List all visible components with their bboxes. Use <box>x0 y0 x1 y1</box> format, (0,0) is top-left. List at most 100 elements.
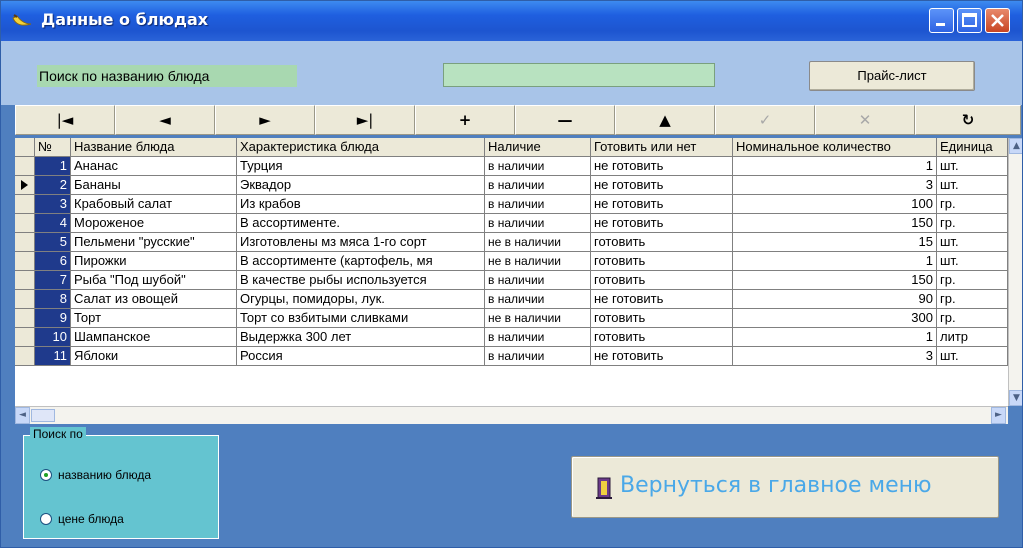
row-indicator[interactable] <box>15 157 35 176</box>
cell-description[interactable]: Изготовлены мз мяса 1-го сорт <box>237 233 485 252</box>
table-row[interactable]: 7 Рыба "Под шубой" В качестве рыбы использ… <box>15 271 1008 290</box>
cell-description[interactable]: Эквадор <box>237 176 485 195</box>
row-indicator[interactable] <box>15 176 35 195</box>
cell-number[interactable]: 3 <box>35 195 71 214</box>
column-header-number[interactable]: № <box>35 138 71 157</box>
cell-availability[interactable]: в наличии <box>485 290 591 309</box>
back-to-main-menu-button[interactable]: Вернуться в главное меню <box>571 456 999 518</box>
row-indicator[interactable] <box>15 214 35 233</box>
nav-insert-button[interactable]: + <box>415 105 515 135</box>
cell-cook[interactable]: готовить <box>591 271 733 290</box>
cell-availability[interactable]: не в наличии <box>485 233 591 252</box>
radio-button-icon[interactable] <box>40 469 52 481</box>
column-header-description[interactable]: Характеристика блюда <box>237 138 485 157</box>
table-row[interactable]: 11 Яблоки Россия в наличии не готовить 3 шт. <box>15 347 1008 366</box>
dishes-grid[interactable]: № Название блюда Характеристика блюда На… <box>15 138 1008 406</box>
cell-description[interactable]: Огурцы, помидоры, лук. <box>237 290 485 309</box>
cell-description[interactable]: В ассортименте (картофель, мя <box>237 252 485 271</box>
cell-name[interactable]: Пельмени "русские" <box>71 233 237 252</box>
cell-unit[interactable]: гр. <box>937 195 1008 214</box>
cell-number[interactable]: 2 <box>35 176 71 195</box>
horizontal-scroll-thumb[interactable] <box>31 409 55 422</box>
column-header-name[interactable]: Название блюда <box>71 138 237 157</box>
cell-quantity[interactable]: 1 <box>733 157 937 176</box>
radio-search-by-name[interactable]: названию блюда <box>40 466 210 484</box>
cell-availability[interactable]: в наличии <box>485 347 591 366</box>
cell-unit[interactable]: гр. <box>937 271 1008 290</box>
row-indicator[interactable] <box>15 271 35 290</box>
cell-description[interactable]: Турция <box>237 157 485 176</box>
nav-prior-button[interactable]: ◄ <box>115 105 215 135</box>
cell-name[interactable]: Крабовый салат <box>71 195 237 214</box>
cell-name[interactable]: Пирожки <box>71 252 237 271</box>
vertical-scrollbar[interactable]: ▲ ▼ <box>1008 138 1022 406</box>
cell-quantity[interactable]: 150 <box>733 271 937 290</box>
cell-quantity[interactable]: 1 <box>733 328 937 347</box>
cell-quantity[interactable]: 3 <box>733 176 937 195</box>
cell-description[interactable]: Торт со взбитыми сливками <box>237 309 485 328</box>
cell-quantity[interactable]: 15 <box>733 233 937 252</box>
cell-cook[interactable]: не готовить <box>591 176 733 195</box>
cell-description[interactable]: Россия <box>237 347 485 366</box>
cell-name[interactable]: Торт <box>71 309 237 328</box>
cell-unit[interactable]: шт. <box>937 176 1008 195</box>
cell-description[interactable]: Выдержка 300 лет <box>237 328 485 347</box>
nav-last-button[interactable]: ►| <box>315 105 415 135</box>
cell-quantity[interactable]: 90 <box>733 290 937 309</box>
nav-cancel-button[interactable]: ✕ <box>815 105 915 135</box>
cell-unit[interactable]: шт. <box>937 157 1008 176</box>
cell-availability[interactable]: не в наличии <box>485 252 591 271</box>
title-bar[interactable]: Данные о блюдах <box>1 1 1022 41</box>
cell-cook[interactable]: готовить <box>591 328 733 347</box>
table-row[interactable]: 6 Пирожки В ассортименте (картофель, мя не … <box>15 252 1008 271</box>
cell-cook[interactable]: не готовить <box>591 195 733 214</box>
cell-quantity[interactable]: 300 <box>733 309 937 328</box>
cell-availability[interactable]: в наличии <box>485 271 591 290</box>
cell-cook[interactable]: готовить <box>591 309 733 328</box>
cell-number[interactable]: 9 <box>35 309 71 328</box>
cell-number[interactable]: 4 <box>35 214 71 233</box>
column-header-quantity[interactable]: Номинальное количество <box>733 138 937 157</box>
cell-number[interactable]: 8 <box>35 290 71 309</box>
row-indicator[interactable] <box>15 328 35 347</box>
cell-unit[interactable]: шт. <box>937 347 1008 366</box>
cell-cook[interactable]: готовить <box>591 233 733 252</box>
cell-number[interactable]: 10 <box>35 328 71 347</box>
close-button[interactable] <box>985 8 1010 33</box>
cell-availability[interactable]: в наличии <box>485 157 591 176</box>
table-row[interactable]: 2 Бананы Эквадор в наличии не готовить 3 шт. <box>15 176 1008 195</box>
table-row[interactable]: 3 Крабовый салат Из крабов в наличии не гото… <box>15 195 1008 214</box>
minimize-button[interactable] <box>929 8 954 33</box>
cell-unit[interactable]: шт. <box>937 252 1008 271</box>
column-header-availability[interactable]: Наличие <box>485 138 591 157</box>
cell-description[interactable]: В ассортименте. <box>237 214 485 233</box>
cell-availability[interactable]: не в наличии <box>485 309 591 328</box>
cell-quantity[interactable]: 1 <box>733 252 937 271</box>
horizontal-scrollbar[interactable]: ◄ ► <box>15 406 1008 424</box>
cell-availability[interactable]: в наличии <box>485 195 591 214</box>
cell-description[interactable]: Из крабов <box>237 195 485 214</box>
cell-cook[interactable]: не готовить <box>591 157 733 176</box>
row-indicator[interactable] <box>15 290 35 309</box>
cell-cook[interactable]: не готовить <box>591 214 733 233</box>
table-row[interactable]: 8 Салат из овощей Огурцы, помидоры, лук. в … <box>15 290 1008 309</box>
cell-name[interactable]: Рыба "Под шубой" <box>71 271 237 290</box>
scroll-left-button[interactable]: ◄ <box>15 407 30 424</box>
cell-number[interactable]: 5 <box>35 233 71 252</box>
table-row[interactable]: 4 Мороженое В ассортименте. в наличии не гот… <box>15 214 1008 233</box>
cell-quantity[interactable]: 100 <box>733 195 937 214</box>
cell-name[interactable]: Ананас <box>71 157 237 176</box>
cell-name[interactable]: Мороженое <box>71 214 237 233</box>
row-indicator[interactable] <box>15 347 35 366</box>
cell-cook[interactable]: не готовить <box>591 290 733 309</box>
table-row[interactable]: 10 Шампанское Выдержка 300 лет в наличии гот… <box>15 328 1008 347</box>
scroll-right-button[interactable]: ► <box>991 407 1006 424</box>
radio-button-icon[interactable] <box>40 513 52 525</box>
scroll-up-button[interactable]: ▲ <box>1009 138 1022 154</box>
nav-delete-button[interactable]: — <box>515 105 615 135</box>
cell-unit[interactable]: гр. <box>937 214 1008 233</box>
nav-first-button[interactable]: |◄ <box>15 105 115 135</box>
cell-unit[interactable]: гр. <box>937 309 1008 328</box>
cell-number[interactable]: 1 <box>35 157 71 176</box>
row-indicator[interactable] <box>15 252 35 271</box>
